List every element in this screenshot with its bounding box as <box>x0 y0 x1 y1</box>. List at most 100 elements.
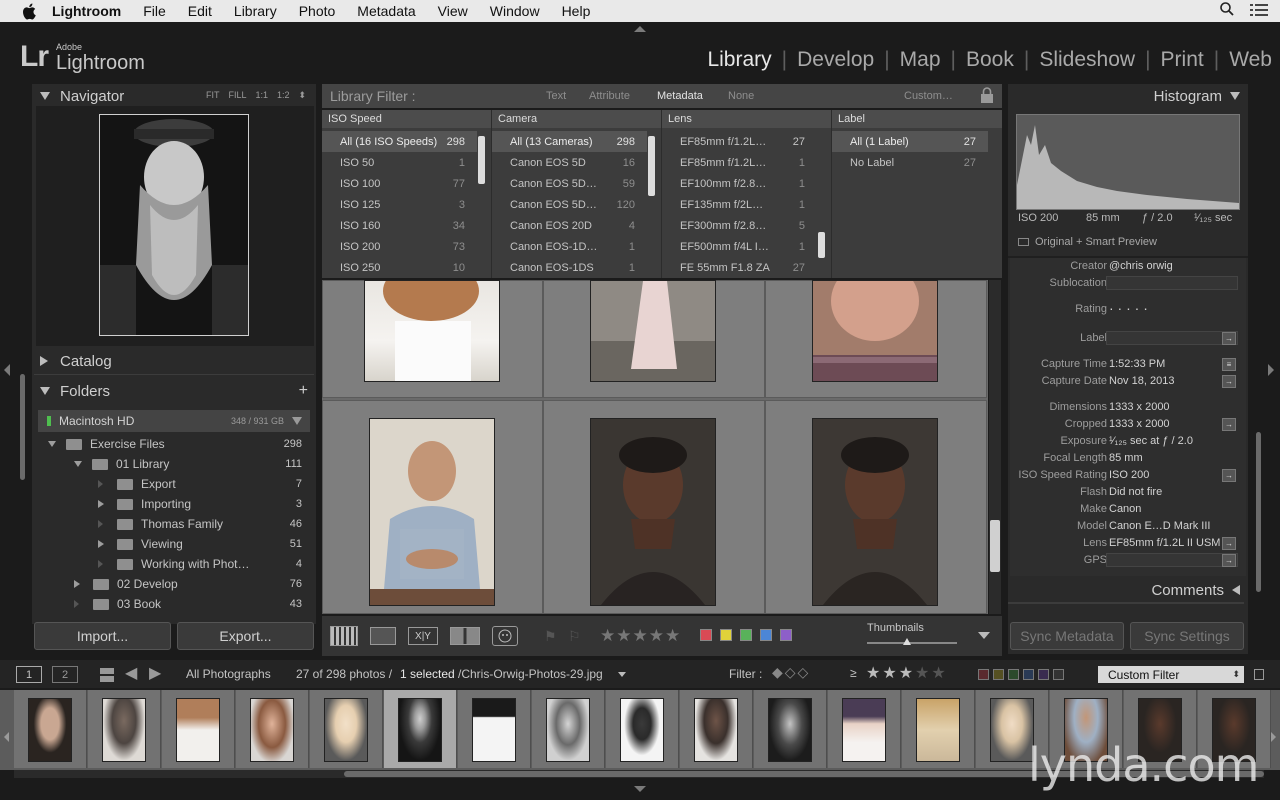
toolbar-menu-icon[interactable] <box>978 632 990 639</box>
folders-header[interactable]: Folders + <box>34 380 314 402</box>
filmstrip-thumbnail[interactable] <box>902 690 975 768</box>
volume-menu-icon[interactable] <box>292 417 302 425</box>
comments-header[interactable]: Comments <box>1008 579 1244 601</box>
filter-row[interactable]: ISO 250 10 <box>322 257 477 278</box>
source-label[interactable]: All Photographs <box>186 667 271 681</box>
folder-row[interactable]: Importing 3 <box>98 494 302 514</box>
thumbnail-size-slider[interactable] <box>867 638 957 645</box>
menu-view[interactable]: View <box>438 3 468 19</box>
yellow-filter-swatch[interactable] <box>993 669 1004 680</box>
red-filter-swatch[interactable] <box>978 669 989 680</box>
filmstrip-thumbnail[interactable] <box>680 690 753 768</box>
purple-filter-swatch[interactable] <box>1038 669 1049 680</box>
rating-comparison[interactable]: ≥ <box>850 666 857 680</box>
filter-mode-text[interactable]: Text <box>546 90 566 102</box>
filter-row[interactable]: FE 55mm F1.8 ZA 27 <box>662 257 817 278</box>
menu-window[interactable]: Window <box>490 3 540 19</box>
left-panel-scrollbar[interactable] <box>20 374 25 480</box>
catalog-header[interactable]: Catalog <box>34 350 304 372</box>
people-view-icon[interactable] <box>492 626 518 646</box>
arrow-icon[interactable]: → <box>1222 332 1236 345</box>
zoom-1-1[interactable]: 1:1 <box>256 90 269 101</box>
menu-file[interactable]: File <box>143 3 166 19</box>
filmstrip-thumbnail[interactable] <box>310 690 383 768</box>
filter-row[interactable]: Canon EOS 5D… 120 <box>492 194 647 215</box>
filter-row[interactable]: EF85mm f/1.2L… 1 <box>662 152 817 173</box>
filter-row[interactable]: All (1 Label) 27 <box>832 131 988 152</box>
list-icon[interactable]: ≡ <box>1222 358 1236 371</box>
photo-thumbnail[interactable] <box>364 261 500 382</box>
survey-view-icon[interactable] <box>450 627 480 645</box>
folder-row[interactable]: Exercise Files 298 <box>48 434 302 454</box>
arrow-icon[interactable]: → <box>1222 554 1236 567</box>
photo-thumbnail[interactable] <box>812 418 938 606</box>
arrow-icon[interactable]: → <box>1222 537 1236 550</box>
compare-view-icon[interactable]: X|Y <box>408 627 438 645</box>
folder-row[interactable]: 03 Book 43 <box>74 594 302 614</box>
loupe-view-icon[interactable] <box>370 627 396 645</box>
filmstrip-thumbnail[interactable] <box>754 690 827 768</box>
filter-row[interactable]: ISO 125 3 <box>322 194 477 215</box>
filter-row[interactable]: Canon EOS-1DS 1 <box>492 257 647 278</box>
metadata-input[interactable] <box>1106 331 1238 345</box>
import-button[interactable]: Import... <box>34 622 171 650</box>
metadata-input[interactable] <box>1106 276 1238 290</box>
column-header[interactable]: Camera <box>492 110 661 128</box>
filter-lock-icon[interactable] <box>1254 669 1264 680</box>
zoom-fill[interactable]: FILL <box>229 90 247 101</box>
metadata-value[interactable]: @chris orwig <box>1109 260 1173 272</box>
forward-arrow-icon[interactable]: ▶ <box>149 663 161 683</box>
module-library[interactable]: Library <box>697 48 781 72</box>
module-print[interactable]: Print <box>1151 48 1214 72</box>
filmstrip-thumbnail[interactable] <box>532 690 605 768</box>
spotlight-search-icon[interactable] <box>1220 2 1234 19</box>
zoom-fit[interactable]: FIT <box>206 90 220 101</box>
smart-preview-status[interactable]: Original + Smart Preview <box>1018 236 1157 248</box>
photo-thumbnail[interactable] <box>812 261 938 382</box>
folder-row[interactable]: Viewing 51 <box>98 534 302 554</box>
module-map[interactable]: Map <box>890 48 951 72</box>
column-header[interactable]: Label <box>832 110 1002 128</box>
other-filter-swatch[interactable] <box>1053 669 1064 680</box>
back-arrow-icon[interactable]: ◀ <box>125 663 137 683</box>
filter-row[interactable]: EF500mm f/4L I… 1 <box>662 236 817 257</box>
sync-metadata-button[interactable]: Sync Metadata <box>1010 622 1124 650</box>
green-label-swatch[interactable] <box>740 629 752 641</box>
flag-pick-icon[interactable]: ⚑ <box>544 628 557 645</box>
filmstrip-thumbnail[interactable] <box>236 690 309 768</box>
blue-filter-swatch[interactable] <box>1023 669 1034 680</box>
arrow-icon[interactable]: → <box>1222 469 1236 482</box>
blue-label-swatch[interactable] <box>760 629 772 641</box>
volume-row[interactable]: Macintosh HD 348 / 931 GB <box>38 410 310 432</box>
expand-triangle-icon[interactable] <box>98 540 104 548</box>
folder-row[interactable]: Thomas Family 46 <box>98 514 302 534</box>
filter-row[interactable]: Canon EOS 5D 16 <box>492 152 647 173</box>
menu-help[interactable]: Help <box>562 3 591 19</box>
filmstrip-thumbnail[interactable] <box>14 690 87 768</box>
filter-mode-none[interactable]: None <box>728 90 754 102</box>
filmstrip-thumbnail-selected[interactable] <box>384 690 457 768</box>
grid-scrollbar[interactable] <box>989 280 1001 614</box>
zoom-stepper-icon[interactable]: ⬍ <box>299 90 307 101</box>
column-header[interactable]: Lens <box>662 110 831 128</box>
filmstrip-thumbnail[interactable] <box>88 690 161 768</box>
sync-settings-button[interactable]: Sync Settings <box>1130 622 1244 650</box>
export-button[interactable]: Export... <box>177 622 314 650</box>
filmstrip-thumbnail[interactable] <box>828 690 901 768</box>
menu-library[interactable]: Library <box>234 3 277 19</box>
filter-mode-metadata[interactable]: Metadata <box>657 90 703 102</box>
filter-row[interactable]: Canon EOS 5D… 59 <box>492 173 647 194</box>
column-scrollbar[interactable] <box>648 136 655 196</box>
right-panel-scrollbar[interactable] <box>1256 432 1261 592</box>
navigator-header[interactable]: Navigator <box>34 85 214 107</box>
lock-icon[interactable] <box>980 87 994 106</box>
add-folder-icon[interactable]: + <box>299 382 308 400</box>
filter-row[interactable]: EF100mm f/2.8… 1 <box>662 173 817 194</box>
slider-thumb[interactable] <box>903 638 911 645</box>
module-web[interactable]: Web <box>1219 48 1272 72</box>
navigator-preview-image[interactable] <box>99 114 249 336</box>
grid-scroll-thumb[interactable] <box>990 520 1000 572</box>
metadata-input[interactable] <box>1106 553 1238 567</box>
expand-triangle-icon[interactable] <box>48 441 56 447</box>
module-slideshow[interactable]: Slideshow <box>1029 48 1145 72</box>
